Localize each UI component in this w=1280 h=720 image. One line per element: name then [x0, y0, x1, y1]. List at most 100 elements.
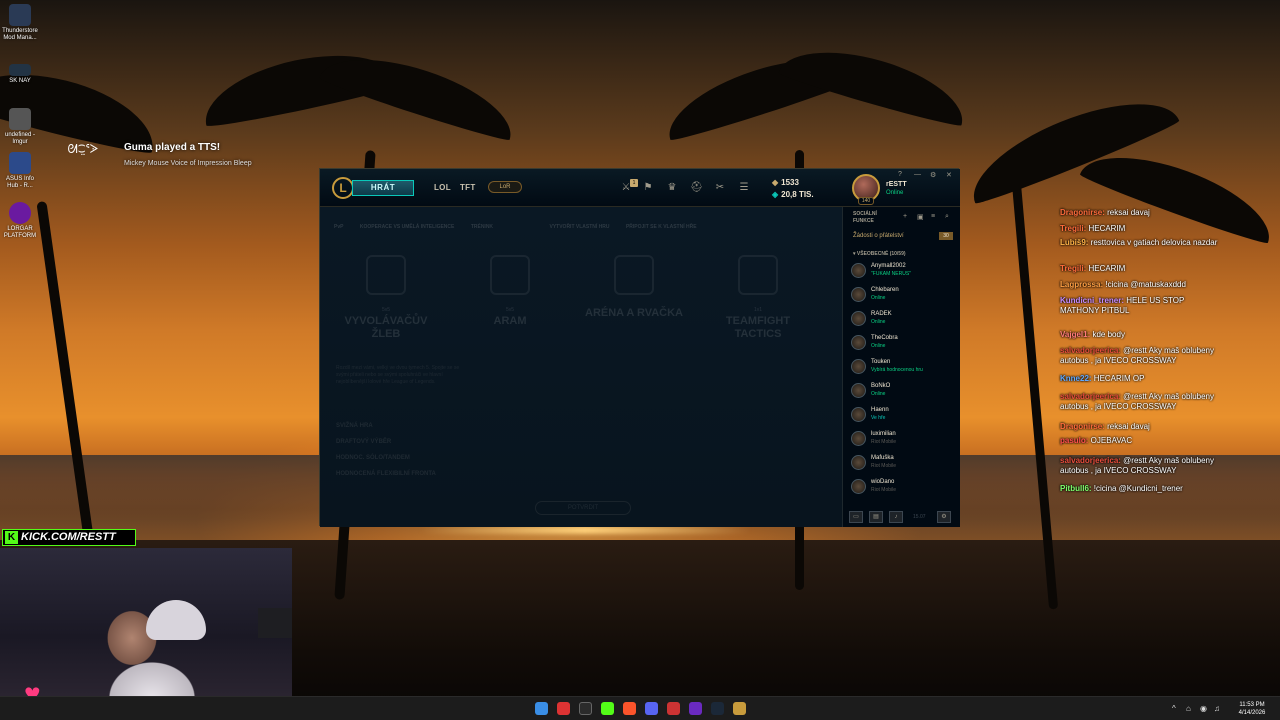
- collection-icon[interactable]: ⛑: [690, 182, 703, 194]
- desktop-icon-thunderstore[interactable]: Thunderstore Mod Mana...: [2, 4, 38, 42]
- chat-message: Lubiš9: resttovica v gatiach delovica na…: [1060, 238, 1225, 248]
- tab-create-custom[interactable]: VYTVOŘIT VLASTNÍ HRU: [550, 224, 610, 230]
- mouse-logo-icon: ᘛ⁐̤ᕐᐷ: [67, 142, 99, 156]
- friend-status: Riot Mobile: [871, 487, 897, 493]
- play-button[interactable]: HRÁT: [352, 180, 414, 196]
- mode-aram[interactable]: 5v5 ARAM: [460, 255, 560, 328]
- friend-status: Online: [871, 343, 886, 349]
- friend-status: Riot Mobile: [871, 439, 897, 445]
- chat-username: Pitbull6:: [1060, 484, 1092, 493]
- lorgar-icon: [9, 202, 31, 224]
- queue-option[interactable]: DRAFTOVÝ VÝBĚR: [336, 439, 456, 445]
- social-title: SOCIÁLNÍ FUNKCE: [853, 211, 877, 224]
- tft-pass-icon[interactable]: ♛: [666, 182, 678, 194]
- desktop-icon-lorgar[interactable]: LORGAR PLATFORM: [2, 202, 38, 240]
- clock[interactable]: 11:53 PM 4/14/2026: [1230, 701, 1274, 717]
- folder-icon[interactable]: ▣: [917, 213, 924, 221]
- league-taskbar-icon[interactable]: [733, 702, 746, 715]
- loot-icon[interactable]: ✂: [714, 182, 726, 194]
- friend-item[interactable]: TheCobra Online: [851, 333, 959, 355]
- volume-icon[interactable]: ♫: [1214, 704, 1220, 713]
- chat-text: kde body: [1090, 330, 1125, 339]
- steam-icon[interactable]: [711, 702, 724, 715]
- asus-icon: [9, 152, 31, 174]
- chat-username: Tregili:: [1060, 224, 1087, 233]
- xbox-icon[interactable]: [579, 702, 592, 715]
- friend-status: Ve hře: [871, 415, 886, 421]
- desktop-icon-imgur[interactable]: undefined - Imgur: [2, 108, 38, 146]
- tab-join-custom[interactable]: PŘIPOJIT SE K VLASTNÍ HŘE: [626, 224, 697, 230]
- imgur-icon: [9, 108, 31, 130]
- queue-option[interactable]: HODNOCENÁ FLEXIBILNÍ FRONTA: [336, 471, 456, 477]
- desktop-icon-asus[interactable]: ASUS Info Hub - R...: [2, 152, 38, 190]
- mode-summoners-rift[interactable]: 5v5 VYVOLÁVAČŮV ŽLEB: [336, 255, 436, 341]
- nav-lor[interactable]: LoR: [488, 181, 522, 193]
- chat-message: Knne22: HECARIM OP: [1060, 374, 1225, 384]
- maps-icon[interactable]: [557, 702, 570, 715]
- friend-item[interactable]: wioDano Riot Mobile: [851, 477, 959, 499]
- currency-display[interactable]: ◆ 1533 ◈ 20,8 TIS.: [772, 177, 830, 201]
- brave-icon[interactable]: [623, 702, 636, 715]
- friend-item[interactable]: Mafuška Riot Mobile: [851, 453, 959, 475]
- wifi-icon[interactable]: ◉: [1200, 704, 1207, 713]
- tab-coop[interactable]: KOOPERACE VS UMĚLÁ INTELIGENCE: [360, 224, 454, 230]
- start-icon[interactable]: [535, 702, 548, 715]
- mode-tag: 1v1: [753, 307, 763, 313]
- twitch-icon[interactable]: [689, 702, 702, 715]
- friend-avatar: [851, 479, 866, 494]
- friend-item[interactable]: BoNkO Online: [851, 381, 959, 403]
- clock-time: 11:53 PM: [1239, 702, 1265, 708]
- tab-training[interactable]: TRÉNINK: [471, 224, 493, 230]
- chat-icon[interactable]: ▭: [849, 511, 863, 523]
- notes-icon[interactable]: ▤: [869, 511, 883, 523]
- mode-name: ARÉNA A RVAČKA: [585, 307, 683, 319]
- chat-text: reksai davaj: [1104, 208, 1150, 217]
- user-status[interactable]: Online: [886, 190, 903, 196]
- friend-item[interactable]: Chlebaren Online: [851, 285, 959, 307]
- tray-chevron-icon[interactable]: ^: [1172, 704, 1176, 713]
- help-icon[interactable]: ?: [898, 171, 902, 178]
- chat-username: salvadorjeerica:: [1060, 392, 1121, 401]
- app-icon[interactable]: [667, 702, 680, 715]
- friend-group-header[interactable]: ▾ VŠEOBECNÉ (10/59): [853, 251, 906, 257]
- nav-tft[interactable]: TFT: [460, 183, 476, 192]
- webcam-feed: [0, 548, 292, 698]
- friend-item[interactable]: luximilian Riot Mobile: [851, 429, 959, 451]
- friend-item[interactable]: Touken Vybírá hodnocenou hru: [851, 357, 959, 379]
- tft-icon: [738, 255, 778, 295]
- chat-username: Lagprossa:: [1060, 280, 1104, 289]
- gear-icon[interactable]: ⚙: [937, 511, 951, 523]
- queue-option[interactable]: SVIŽNÁ HRA: [336, 423, 456, 429]
- desktop-icon-sknay[interactable]: SK NAY: [2, 64, 38, 85]
- chat-text: OJEBAVAC: [1088, 436, 1133, 445]
- username: rESTT: [886, 181, 907, 188]
- discord-icon[interactable]: [645, 702, 658, 715]
- chat-username: pasulo:: [1060, 436, 1089, 445]
- friend-item[interactable]: Haenn Ve hře: [851, 405, 959, 427]
- mode-tft[interactable]: 1v1 TEAMFIGHT TACTICS: [708, 255, 808, 341]
- desktop-icon-label: LORGAR PLATFORM: [3, 226, 37, 239]
- chat-message: Pitbull6: !cicina @Kundicni_trener: [1060, 484, 1225, 494]
- friend-requests-link[interactable]: Žádosti o přátelství: [853, 233, 904, 239]
- list-icon[interactable]: ≡: [931, 213, 935, 220]
- queue-option[interactable]: HODNOC. SÓLO/TANDEM: [336, 455, 456, 461]
- search-icon[interactable]: ⌕: [945, 213, 949, 221]
- kick-app-icon[interactable]: [601, 702, 614, 715]
- tab-pvp[interactable]: PvP: [334, 224, 343, 230]
- close-icon[interactable]: ✕: [946, 171, 952, 179]
- minimize-icon[interactable]: —: [914, 171, 921, 178]
- clash-icon[interactable]: ⚑: [642, 182, 654, 194]
- friend-item[interactable]: RADEK Online: [851, 309, 959, 331]
- league-logo-icon[interactable]: L: [332, 177, 354, 199]
- network-icon[interactable]: ⌂: [1186, 704, 1191, 713]
- settings-icon[interactable]: ⚙: [930, 171, 936, 179]
- add-friend-icon[interactable]: +: [903, 213, 907, 220]
- confirm-button[interactable]: POTVRDIT: [535, 501, 631, 515]
- friend-item[interactable]: Anymall2002 "FUKAM NERUS": [851, 261, 959, 283]
- mode-arena[interactable]: ARÉNA A RVAČKA: [584, 255, 684, 320]
- notification-subtitle: Mickey Mouse Voice of Impression Bleep: [124, 160, 252, 167]
- nav-lol[interactable]: LOL: [434, 183, 451, 192]
- store-icon[interactable]: ☰: [738, 182, 750, 194]
- voice-icon[interactable]: ♪: [889, 511, 903, 523]
- aram-icon: [490, 255, 530, 295]
